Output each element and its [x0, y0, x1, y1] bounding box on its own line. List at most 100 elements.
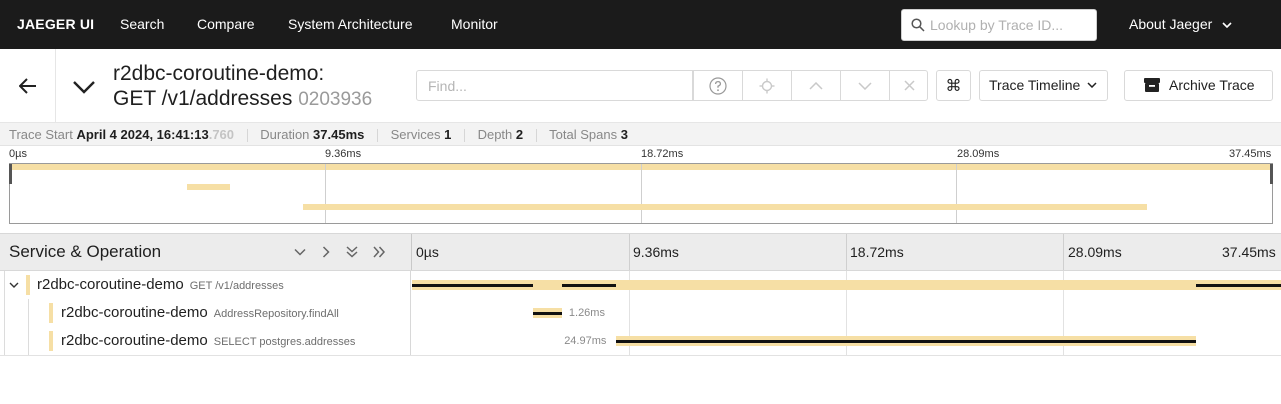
about-jaeger-label: About Jaeger [1129, 16, 1213, 32]
view-mode-select[interactable]: Trace Timeline [979, 70, 1108, 101]
trace-title-operation: GET /v1/addresses [113, 87, 293, 110]
service-operation-title: Service & Operation [9, 242, 162, 261]
total-spans-value: 3 [620, 127, 628, 142]
services-value: 1 [444, 127, 452, 142]
minimap-left-handle[interactable] [9, 164, 12, 184]
span-duration-label: 24.97ms [564, 335, 607, 347]
minimap-tick: 28.09ms [957, 148, 1000, 160]
minimap-tick: 0µs [9, 148, 27, 160]
help-icon [709, 76, 727, 95]
span-label: r2dbc-coroutine-demo AddressRepository.fi… [61, 299, 339, 328]
critical-path-segment [616, 340, 1196, 343]
about-jaeger-menu[interactable]: About Jaeger [1129, 0, 1232, 49]
back-button[interactable] [0, 49, 56, 123]
top-nav: JAEGER UI Search Compare System Architec… [0, 0, 1281, 49]
timeline-gridline [1063, 234, 1064, 270]
next-result-button[interactable] [840, 71, 889, 100]
chevron-down-icon [294, 248, 306, 256]
duration-value: 37.45ms [313, 127, 365, 142]
collapse-one-button[interactable] [292, 244, 308, 260]
find-in-trace [416, 70, 928, 101]
minimap-tick: 37.45ms [1229, 148, 1272, 160]
span-bar-root[interactable] [412, 280, 1281, 290]
indent-guide [28, 327, 29, 355]
collapse-all-button[interactable] [344, 244, 360, 260]
service-color-bar [26, 275, 30, 295]
locate-icon [759, 78, 775, 93]
operation-name: GET /v1/addresses [189, 280, 284, 292]
double-chevron-right-icon [372, 246, 385, 258]
locate-button[interactable] [742, 71, 791, 100]
divider [0, 355, 1281, 356]
service-name: r2dbc-coroutine-demo [37, 276, 184, 293]
trace-id: 0203936 [298, 89, 373, 110]
minimap-tick: 9.36ms [325, 148, 362, 160]
chevron-down-icon [1087, 82, 1097, 88]
timeline-tick: 9.36ms [633, 244, 679, 260]
timeline-header: Service & Operation 0µs 9.36ms 18.72ms 2… [0, 233, 1281, 271]
archive-trace-button[interactable]: Archive Trace [1124, 70, 1273, 101]
timeline-gridline [846, 234, 847, 270]
indent-guide [4, 271, 5, 299]
trace-id-input[interactable] [930, 10, 1094, 40]
chevron-down-icon [858, 81, 872, 90]
minimap-right-handle[interactable] [1270, 164, 1273, 184]
collapse-detail-button[interactable] [68, 71, 100, 103]
minimap-gridline [325, 164, 326, 223]
chevron-down-icon [1222, 22, 1232, 29]
arrow-left-icon [18, 78, 36, 94]
double-chevron-down-icon [346, 246, 358, 258]
trace-summary-bar: Trace Start April 4 2024, 16:41:13.760 D… [0, 123, 1281, 146]
operation-name: SELECT postgres.addresses [213, 336, 356, 348]
search-icon [911, 18, 925, 32]
chevron-up-icon [809, 81, 823, 90]
operation-name: AddressRepository.findAll [213, 308, 339, 320]
minimap-tick: 18.72ms [641, 148, 684, 160]
total-spans-label: Total Spans [549, 127, 618, 142]
service-color-bar [49, 303, 53, 323]
help-button[interactable] [693, 71, 742, 100]
service-name: r2dbc-coroutine-demo [61, 304, 208, 321]
trace-minimap[interactable] [9, 163, 1273, 224]
span-name-cell[interactable]: r2dbc-coroutine-demo SELECT postgres.addr… [0, 327, 411, 355]
trace-page-header: r2dbc-coroutine-demo: GET /v1/addresses … [0, 49, 1281, 123]
timeline-tick: 28.09ms [1068, 244, 1122, 260]
span-label: r2dbc-coroutine-demo SELECT postgres.addr… [61, 327, 355, 356]
minimap-ticks: 0µs 9.36ms 18.72ms 28.09ms 37.45ms [0, 146, 1281, 163]
expand-all-button[interactable] [371, 244, 387, 260]
span-name-cell[interactable]: r2dbc-coroutine-demo GET /v1/addresses [0, 271, 411, 299]
trace-start-label: Trace Start [9, 127, 73, 142]
clear-search-button[interactable] [889, 71, 928, 100]
span-name-cell[interactable]: r2dbc-coroutine-demo AddressRepository.fi… [0, 299, 411, 327]
column-resizer[interactable] [411, 234, 412, 270]
find-input[interactable] [417, 71, 693, 100]
span-row[interactable]: r2dbc-coroutine-demo AddressRepository.fi… [0, 299, 1281, 327]
expand-one-button[interactable] [318, 244, 334, 260]
trace-id-lookup[interactable] [901, 9, 1097, 41]
critical-path-segment [1195, 284, 1281, 287]
keyboard-shortcuts-button[interactable]: ⌘ [936, 70, 971, 101]
trace-title: r2dbc-coroutine-demo: GET /v1/addresses … [113, 61, 372, 112]
divider [246, 129, 248, 143]
service-color-bar [49, 331, 53, 351]
timeline-tick: 18.72ms [850, 244, 904, 260]
nav-monitor[interactable]: Monitor [451, 0, 498, 49]
critical-path-segment [561, 284, 617, 287]
view-mode-label: Trace Timeline [989, 77, 1081, 93]
nav-system-architecture[interactable]: System Architecture [288, 0, 413, 49]
timeline-tick: 37.45ms [1222, 244, 1276, 260]
prev-result-button[interactable] [791, 71, 840, 100]
divider [376, 129, 378, 143]
archive-icon [1144, 78, 1160, 92]
minimap-span-select [303, 204, 1147, 210]
timeline-gridline [629, 234, 630, 270]
chevron-down-icon[interactable] [8, 279, 20, 291]
nav-compare[interactable]: Compare [197, 0, 255, 49]
trace-title-service: r2dbc-coroutine-demo: [113, 62, 325, 85]
nav-search[interactable]: Search [120, 0, 164, 49]
minimap-gridline [641, 164, 642, 223]
indent-guide [28, 299, 29, 327]
trace-start-ms: .760 [208, 127, 235, 142]
brand-logo[interactable]: JAEGER UI [17, 0, 94, 49]
indent-guide [4, 299, 5, 327]
